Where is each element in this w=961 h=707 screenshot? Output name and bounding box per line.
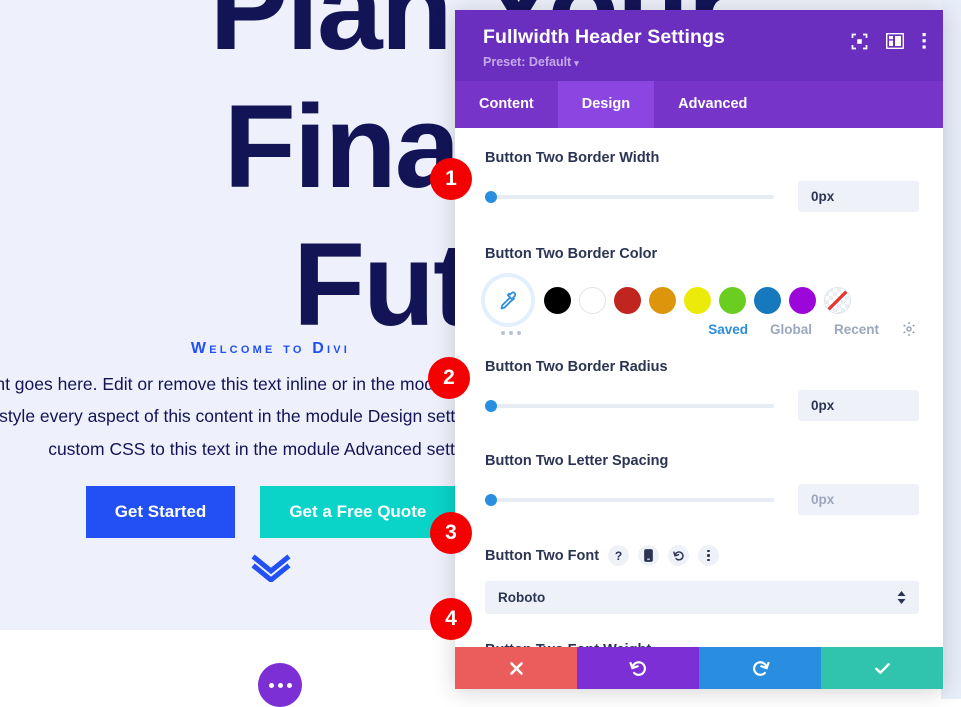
field-button-two-border-width: Button Two Border Width 0px [485,150,919,212]
tab-advanced[interactable]: Advanced [654,81,771,128]
color-tab-recent[interactable]: Recent [834,322,879,337]
fab-dot [278,683,283,688]
tab-content[interactable]: Content [455,81,558,128]
slider-track [485,404,774,408]
help-icon[interactable]: ? [608,545,629,566]
field-button-two-letter-spacing: Button Two Letter Spacing 0px [485,453,919,515]
field-button-two-border-radius: Button Two Border Radius 0px [485,359,919,421]
chevron-down-icon: ▾ [574,58,579,68]
dot [707,559,710,562]
font-family-value: Roboto [498,590,545,605]
gear-icon[interactable] [901,321,917,337]
field-button-two-font: Button Two Font ? [485,545,919,614]
border-radius-control-row: 0px [485,390,919,421]
slider-knob[interactable] [485,494,497,506]
letter-spacing-label: Button Two Letter Spacing [485,453,919,469]
undo-button[interactable] [577,647,699,689]
modal-body: Button Two Border Width 0px Button Two B… [455,128,943,647]
letter-spacing-control-row: 0px [485,484,919,515]
field-button-two-font-weight: Button Two Font Weight Medium [485,642,919,647]
border-width-slider[interactable] [485,188,774,206]
expand-view-icon[interactable] [851,33,868,50]
swatch-green[interactable] [719,287,746,314]
swatch-orange[interactable] [649,287,676,314]
border-color-label: Button Two Border Color [485,246,919,262]
eyedropper-icon[interactable] [485,277,531,323]
color-tab-global[interactable]: Global [770,322,812,337]
color-tab-saved[interactable]: Saved [708,322,748,337]
modal-header-icon-group [851,32,927,50]
dot [707,550,710,553]
more-vertical-icon[interactable] [698,545,719,566]
field-button-two-border-color: Button Two Border Color [485,246,919,337]
swatch-yellow[interactable] [684,287,711,314]
divi-page-settings-fab[interactable] [258,663,302,707]
fullwidth-header-settings-modal: Fullwidth Header Settings Preset: Defaul… [455,10,943,689]
border-radius-slider[interactable] [485,397,774,415]
font-weight-label: Button Two Font Weight [485,642,919,647]
swatch-black[interactable] [544,287,571,314]
color-source-tabs: Saved Global Recent [485,321,919,337]
page-right-gutter [941,0,961,699]
border-radius-label: Button Two Border Radius [485,359,919,375]
dot [501,331,505,335]
fab-dot [269,683,274,688]
modal-footer [455,647,943,689]
letter-spacing-input[interactable]: 0px [798,484,919,515]
dot [509,331,513,335]
step-badge-2: 2 [428,357,470,399]
more-vertical-icon[interactable] [922,32,927,50]
slider-knob[interactable] [485,191,497,203]
preset-label: Preset: Default [483,55,571,69]
font-label: Button Two Font [485,548,599,564]
modal-tab-bar: Content Design Advanced [455,81,943,128]
swatch-blue[interactable] [754,287,781,314]
preset-selector[interactable]: Preset: Default▾ [483,55,579,69]
border-width-input[interactable]: 0px [798,181,919,212]
get-started-button[interactable]: Get Started [86,486,236,538]
font-label-icon-group: ? [608,545,719,566]
dot [707,554,710,557]
redo-button[interactable] [699,647,821,689]
color-swatch-row [485,277,919,323]
spinner-arrows-icon [897,591,906,604]
swatch-transparent-none[interactable] [824,287,851,314]
letter-spacing-slider[interactable] [485,491,774,509]
fab-dot [287,683,292,688]
layout-columns-icon[interactable] [886,33,904,49]
border-radius-input[interactable]: 0px [798,390,919,421]
step-badge-3: 3 [430,512,472,554]
swatch-white[interactable] [579,287,606,314]
border-width-control-row: 0px [485,181,919,212]
slider-track [485,498,774,502]
cancel-button[interactable] [455,647,577,689]
slider-track [485,195,774,199]
get-a-free-quote-button[interactable]: Get a Free Quote [260,486,455,538]
modal-header: Fullwidth Header Settings Preset: Defaul… [455,10,943,81]
step-badge-1: 1 [430,158,472,200]
border-width-label: Button Two Border Width [485,150,919,166]
dot [517,331,521,335]
reset-undo-icon[interactable] [668,545,689,566]
tab-design[interactable]: Design [558,81,654,128]
step-badge-4: 4 [430,598,472,640]
swatch-red[interactable] [614,287,641,314]
font-family-select[interactable]: Roboto [485,581,919,614]
font-label-row: Button Two Font ? [485,545,919,566]
responsive-mobile-icon[interactable] [638,545,659,566]
save-button[interactable] [821,647,943,689]
swatch-purple[interactable] [789,287,816,314]
slider-knob[interactable] [485,400,497,412]
